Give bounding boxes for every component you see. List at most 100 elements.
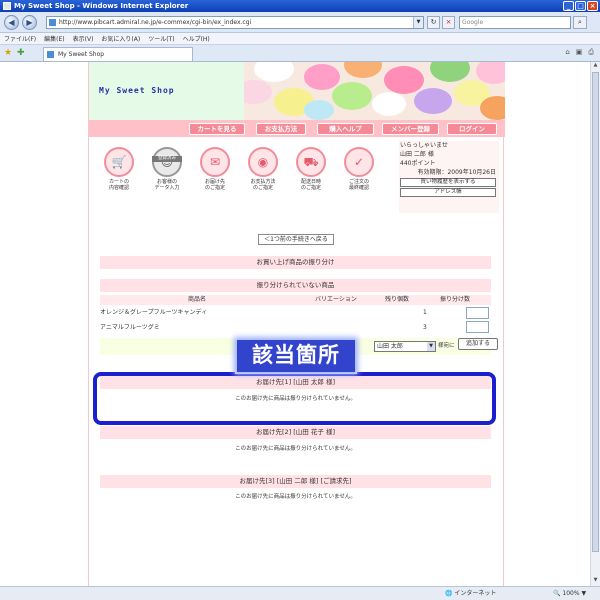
step-label: お届け先 のご指定 bbox=[204, 179, 225, 191]
destination-note-3: このお届け先に商品は振り分けられていません。 bbox=[235, 494, 356, 500]
jellybeans-banner bbox=[244, 62, 505, 120]
purchase-help-button[interactable]: 購入ヘルプ bbox=[317, 123, 374, 135]
registered-badge: 登録済み bbox=[152, 156, 182, 162]
table-row: オレンジ＆グレープフルーツキャンディ 1 bbox=[100, 307, 491, 319]
address-toolbar: ◀ ▶ http://www.pibcart.admiral.ne.jp/e-c… bbox=[0, 12, 600, 33]
tab-my-sweet-shop[interactable]: My Sweet Shop bbox=[43, 47, 193, 61]
ie-icon bbox=[3, 2, 11, 10]
menu-item[interactable]: ヘルプ(H) bbox=[183, 34, 210, 43]
zoom-level[interactable]: 🔍 100% ▼ bbox=[553, 587, 586, 600]
product-name: オレンジ＆グレープフルーツキャンディ bbox=[100, 309, 208, 316]
back-arrow-icon[interactable]: ◀ bbox=[4, 15, 19, 30]
step-label: ご注文の 最終確認 bbox=[348, 179, 369, 191]
person-icon: ☺ bbox=[152, 147, 182, 177]
menu-item[interactable]: 表示(V) bbox=[73, 34, 94, 43]
favorites-star-icon[interactable]: ★ bbox=[4, 48, 12, 58]
close-button[interactable]: × bbox=[587, 1, 598, 11]
zoom-value: 100% bbox=[562, 590, 580, 597]
col-product-name: 商品名 bbox=[188, 296, 207, 303]
user-name: 山田 二郎 様 bbox=[400, 151, 434, 158]
step-destination: ✉ お届け先 のご指定 bbox=[195, 147, 235, 191]
highlight-box bbox=[93, 372, 496, 425]
search-input[interactable]: Google bbox=[459, 16, 571, 29]
unassigned-title: 振り分けられていない商品 bbox=[100, 279, 491, 292]
cart-icon: 🛒 bbox=[104, 147, 134, 177]
destination-title-2: お届け先[2] [山田 花子 様] bbox=[100, 426, 491, 439]
scroll-up-icon[interactable]: ▲ bbox=[591, 62, 600, 71]
menu-item[interactable]: お気に入り(A) bbox=[101, 34, 140, 43]
refresh-icon[interactable]: ↻ bbox=[427, 16, 440, 29]
add-button[interactable]: 追加する bbox=[458, 338, 498, 350]
feeds-icon[interactable]: ▣ bbox=[576, 48, 583, 57]
col-remaining: 残り個数 bbox=[385, 296, 410, 303]
table-row: アニマルフルーツグミ 3 bbox=[100, 322, 491, 334]
recipient-select[interactable]: 山田 太郎 ▼ bbox=[374, 341, 436, 352]
section-title: お買い上げ商品の振り分け bbox=[100, 256, 491, 269]
previous-step-button[interactable]: ＜1つ前の手続きへ戻る bbox=[258, 234, 334, 245]
col-assign-qty: 振り分け数 bbox=[440, 296, 471, 303]
login-button[interactable]: ログイン bbox=[447, 123, 497, 135]
view-cart-button[interactable]: カートを見る bbox=[189, 123, 245, 135]
security-zone: 🌐 インターネット bbox=[445, 590, 497, 597]
user-info-panel: いらっしゃいませ 山田 二郎 様 440ポイント 有効期限：2009年10月26… bbox=[399, 141, 499, 213]
step-label: お支払方法 のご指定 bbox=[250, 179, 276, 191]
product-name: アニマルフルーツグミ bbox=[100, 324, 160, 331]
shop-logo[interactable]: My Sweet Shop bbox=[99, 86, 175, 95]
search-icon[interactable]: ⌕ bbox=[573, 16, 587, 29]
assign-qty-input[interactable] bbox=[466, 307, 489, 319]
remaining-qty: 1 bbox=[423, 309, 427, 316]
window-title-bar: My Sweet Shop - Windows Internet Explore… bbox=[0, 0, 600, 12]
menu-item[interactable]: 編集(E) bbox=[44, 34, 64, 43]
recipient-selected: 山田 太郎 bbox=[377, 343, 403, 350]
status-bar: 🌐 インターネット 🔍 100% ▼ bbox=[0, 586, 600, 600]
home-icon[interactable]: ⌂ bbox=[565, 48, 569, 57]
address-book-button[interactable]: アドレス帳 bbox=[400, 188, 496, 197]
menu-item[interactable]: ツール(T) bbox=[148, 34, 174, 43]
forward-arrow-icon[interactable]: ▶ bbox=[22, 15, 37, 30]
shop-nav-bar: カートを見る お支払方法 購入ヘルプ メンバー登録 ログイン bbox=[89, 120, 505, 137]
zone-label: インターネット bbox=[454, 590, 497, 597]
points-expiry: 有効期限：2009年10月26日 bbox=[417, 169, 496, 176]
step-customer-data: ☺ 登録済み お客様の データ入力 bbox=[147, 147, 187, 191]
menu-bar: ファイル(F) 編集(E) 表示(V) お気に入り(A) ツール(T) ヘルプ(H) bbox=[0, 33, 600, 45]
scrollbar-thumb[interactable] bbox=[592, 72, 599, 552]
add-favorite-icon[interactable]: ✚ bbox=[17, 48, 25, 58]
greeting: いらっしゃいませ bbox=[400, 142, 448, 149]
tab-bar: ★ ✚ My Sweet Shop ⌂ ▣ ⎙ bbox=[0, 45, 600, 62]
menu-item[interactable]: ファイル(F) bbox=[4, 34, 36, 43]
url-text: http://www.pibcart.admiral.ne.jp/e-comme… bbox=[59, 19, 252, 26]
address-input[interactable]: http://www.pibcart.admiral.ne.jp/e-comme… bbox=[46, 16, 424, 29]
scroll-down-icon[interactable]: ▼ bbox=[591, 577, 600, 586]
shop-header: My Sweet Shop bbox=[89, 62, 505, 120]
payment-method-button[interactable]: お支払方法 bbox=[256, 123, 306, 135]
step-label: お客様の データ入力 bbox=[154, 179, 180, 191]
purchase-history-button[interactable]: 買い物履歴を表示する bbox=[400, 178, 496, 187]
address-dropdown-icon[interactable]: ▼ bbox=[413, 17, 423, 28]
print-icon[interactable]: ⎙ bbox=[588, 48, 594, 57]
step-label: 配送日時 のご指定 bbox=[300, 179, 321, 191]
ok-document-icon: ✓ bbox=[344, 147, 374, 177]
step-cart-confirm: 🛒 カートの 内容確認 bbox=[99, 147, 139, 191]
assign-qty-input[interactable] bbox=[466, 321, 489, 333]
wallet-icon: ◉ bbox=[248, 147, 278, 177]
tab-label: My Sweet Shop bbox=[58, 51, 105, 58]
page-icon bbox=[47, 51, 54, 58]
shop-page: My Sweet Shop カートを見る お支払方法 購入ヘルプ メンバー登録 … bbox=[88, 62, 505, 586]
minimize-button[interactable]: _ bbox=[563, 1, 574, 11]
maximize-button[interactable]: □ bbox=[575, 1, 586, 11]
header-left-panel: My Sweet Shop bbox=[89, 62, 244, 120]
truck-icon: ⛟ bbox=[296, 147, 326, 177]
gift-box-icon: ✉ bbox=[200, 147, 230, 177]
stop-icon[interactable]: × bbox=[442, 16, 455, 29]
step-label: カートの 内容確認 bbox=[108, 179, 129, 191]
vertical-scrollbar[interactable]: ▲ ▼ bbox=[590, 62, 600, 586]
callout-label: 該当箇所 bbox=[237, 340, 355, 372]
col-variation: バリエーション bbox=[315, 296, 357, 303]
remaining-qty: 3 bbox=[423, 324, 427, 331]
assign-suffix: 様宛に bbox=[438, 343, 455, 349]
items-table-header: 商品名 バリエーション 残り個数 振り分け数 bbox=[100, 295, 491, 305]
step-payment: ◉ お支払方法 のご指定 bbox=[243, 147, 283, 191]
destination-title-3: お届け先[3] [山田 二郎 様] [ご請求先] bbox=[100, 475, 491, 488]
member-register-button[interactable]: メンバー登録 bbox=[382, 123, 439, 135]
window-title: My Sweet Shop - Windows Internet Explore… bbox=[14, 2, 189, 10]
